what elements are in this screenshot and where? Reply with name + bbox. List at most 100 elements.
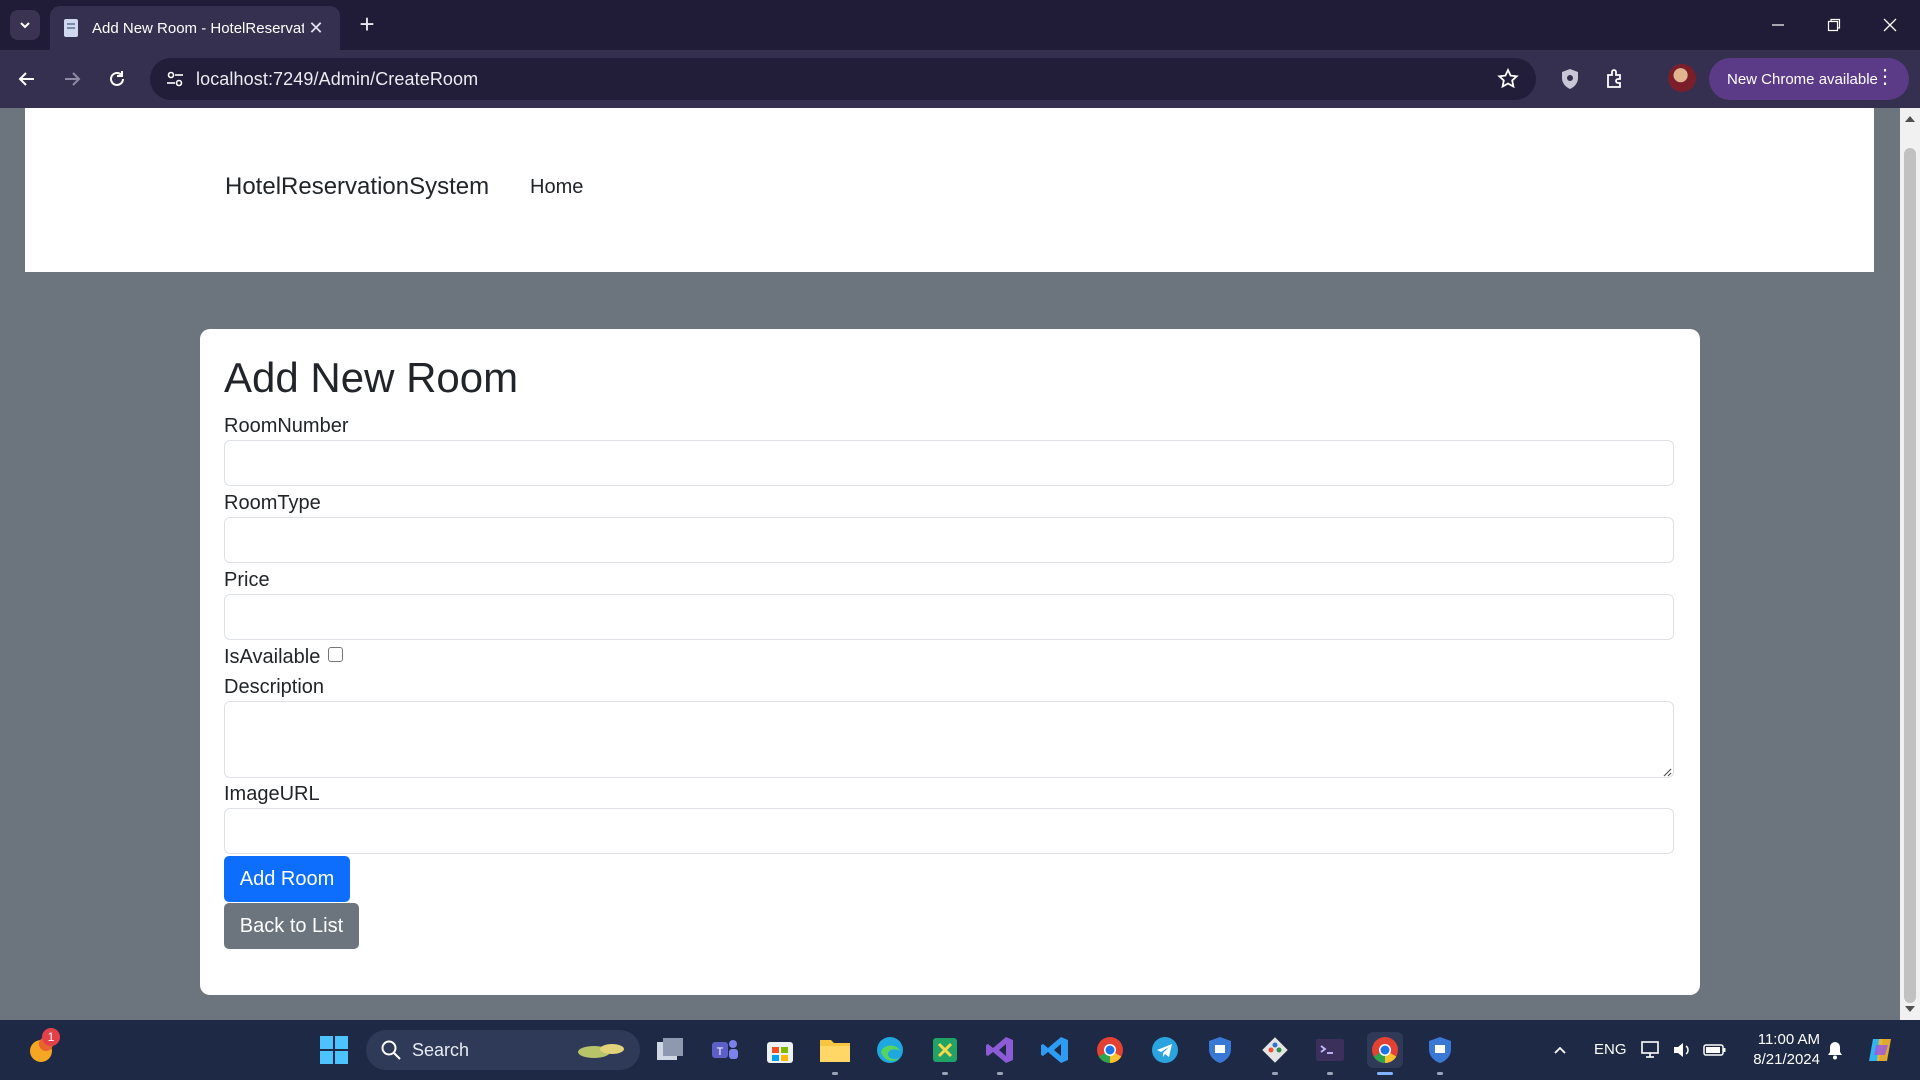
visual-studio-icon <box>986 1037 1013 1063</box>
room-type-input[interactable] <box>224 517 1674 563</box>
taskbar-search[interactable]: Search <box>366 1030 640 1070</box>
teams-icon: T <box>712 1040 738 1059</box>
excel-button[interactable] <box>927 1032 963 1075</box>
chrome-button[interactable] <box>1092 1032 1128 1068</box>
defender-button[interactable] <box>1422 1032 1458 1075</box>
chevron-up-icon <box>1554 1046 1566 1054</box>
file-explorer-icon <box>820 1040 850 1062</box>
chrome-update-button[interactable]: New Chrome available ⋮ <box>1709 58 1909 100</box>
price-input[interactable] <box>224 594 1674 640</box>
teams-button[interactable]: T <box>707 1032 743 1068</box>
arrow-left-icon <box>18 72 34 86</box>
vscode-button[interactable] <box>1037 1032 1073 1068</box>
room-type-label: RoomType <box>224 492 321 514</box>
git-client-button[interactable] <box>1257 1032 1293 1075</box>
tab-search-button[interactable] <box>10 10 40 40</box>
nav-home-link[interactable]: Home <box>530 176 583 199</box>
scroll-down-icon[interactable] <box>1905 1006 1915 1012</box>
store-button[interactable] <box>762 1032 798 1068</box>
file-explorer-button[interactable] <box>817 1032 853 1075</box>
tab-close-icon[interactable]: ✕ <box>304 18 328 39</box>
restore-icon <box>1827 18 1841 32</box>
battery-icon <box>1703 1044 1726 1056</box>
forward-button[interactable] <box>55 62 89 96</box>
image-url-input[interactable] <box>224 808 1674 854</box>
profile-avatar[interactable] <box>1668 64 1696 92</box>
add-room-button[interactable]: Add Room <box>224 856 350 902</box>
network-button[interactable] <box>1637 1032 1667 1068</box>
notification-badge: 1 <box>42 1028 60 1046</box>
shield-extension-button[interactable] <box>1555 64 1585 94</box>
show-hidden-icons-button[interactable] <box>1542 1032 1578 1068</box>
tab-title: Add New Room - HotelReservat <box>92 19 304 37</box>
browser-toolbar: localhost:7249/Admin/CreateRoom New Chro… <box>0 50 1920 108</box>
minimize-button[interactable] <box>1750 8 1806 42</box>
scrollbar-thumb[interactable] <box>1904 148 1916 1003</box>
windows-taskbar: 1 Search T ENG 11:00 AM 8/21/2024 <box>0 1020 1920 1080</box>
terminal-icon <box>1316 1039 1344 1061</box>
running-indicator <box>1437 1072 1443 1075</box>
edge-icon <box>877 1037 903 1063</box>
chrome-active-icon <box>1372 1037 1398 1064</box>
more-vertical-icon[interactable]: ⋮ <box>1875 66 1895 88</box>
bookmark-star-icon[interactable] <box>1496 67 1520 91</box>
close-icon <box>1883 18 1897 32</box>
excel-icon <box>933 1038 957 1062</box>
git-icon <box>1262 1037 1288 1063</box>
back-button[interactable] <box>10 62 44 96</box>
clock-date: 8/21/2024 <box>1753 1051 1820 1068</box>
bell-icon <box>1828 1042 1842 1060</box>
copilot-icon <box>1869 1039 1891 1061</box>
telegram-button[interactable] <box>1147 1032 1183 1068</box>
start-button[interactable] <box>316 1032 352 1068</box>
restore-button[interactable] <box>1806 8 1862 42</box>
notifications-button[interactable] <box>1822 1032 1848 1068</box>
weather-widget[interactable]: 1 <box>24 1028 60 1068</box>
update-label: New Chrome available <box>1727 70 1878 88</box>
page-scrollbar[interactable] <box>1900 108 1920 1020</box>
close-window-button[interactable] <box>1862 8 1918 42</box>
is-available-checkbox[interactable] <box>328 647 343 662</box>
search-icon <box>381 1040 401 1060</box>
task-view-button[interactable] <box>652 1032 688 1068</box>
is-available-label: IsAvailable <box>224 646 321 668</box>
battery-button[interactable] <box>1700 1032 1730 1068</box>
microsoft-store-icon <box>767 1042 793 1063</box>
running-indicator <box>1272 1072 1278 1075</box>
chrome-active-button[interactable] <box>1367 1032 1403 1075</box>
copilot-button[interactable] <box>1862 1032 1898 1068</box>
terminal-button[interactable] <box>1312 1032 1348 1075</box>
defender-icon <box>1429 1037 1451 1063</box>
running-indicator <box>942 1072 948 1075</box>
reload-icon <box>110 71 124 86</box>
task-view-icon <box>657 1038 683 1060</box>
brand-link[interactable]: HotelReservationSystem <box>225 173 489 201</box>
arrow-right-icon <box>65 72 81 86</box>
scroll-up-icon[interactable] <box>1905 116 1915 122</box>
visual-studio-button[interactable] <box>982 1032 1018 1075</box>
volume-button[interactable] <box>1668 1032 1698 1068</box>
room-number-input[interactable] <box>224 440 1674 486</box>
document-icon <box>64 19 78 37</box>
extensions-button[interactable] <box>1600 64 1630 94</box>
chevron-down-icon <box>20 22 30 29</box>
telegram-icon <box>1152 1037 1178 1063</box>
reload-button[interactable] <box>100 62 134 96</box>
address-bar[interactable]: localhost:7249/Admin/CreateRoom <box>150 58 1536 100</box>
security-app-button[interactable] <box>1202 1032 1238 1068</box>
description-textarea[interactable] <box>224 701 1674 778</box>
new-tab-button[interactable]: + <box>352 10 382 40</box>
site-info-icon[interactable] <box>164 68 186 90</box>
clock-time: 11:00 AM <box>1757 1031 1820 1048</box>
browser-tab-active[interactable]: Add New Room - HotelReservat ✕ <box>50 6 340 50</box>
resize-grip-icon[interactable] <box>1662 767 1672 777</box>
price-label: Price <box>224 569 270 591</box>
security-icon <box>1209 1037 1231 1063</box>
back-to-list-button[interactable]: Back to List <box>224 903 359 949</box>
running-indicator <box>1377 1072 1393 1075</box>
clock[interactable]: 11:00 AM 8/21/2024 <box>1740 1030 1820 1070</box>
edge-button[interactable] <box>872 1032 908 1068</box>
browser-tabstrip: Add New Room - HotelReservat ✕ + <box>0 0 1920 50</box>
windows-start-icon <box>320 1036 348 1064</box>
language-indicator[interactable]: ENG <box>1594 1041 1627 1058</box>
